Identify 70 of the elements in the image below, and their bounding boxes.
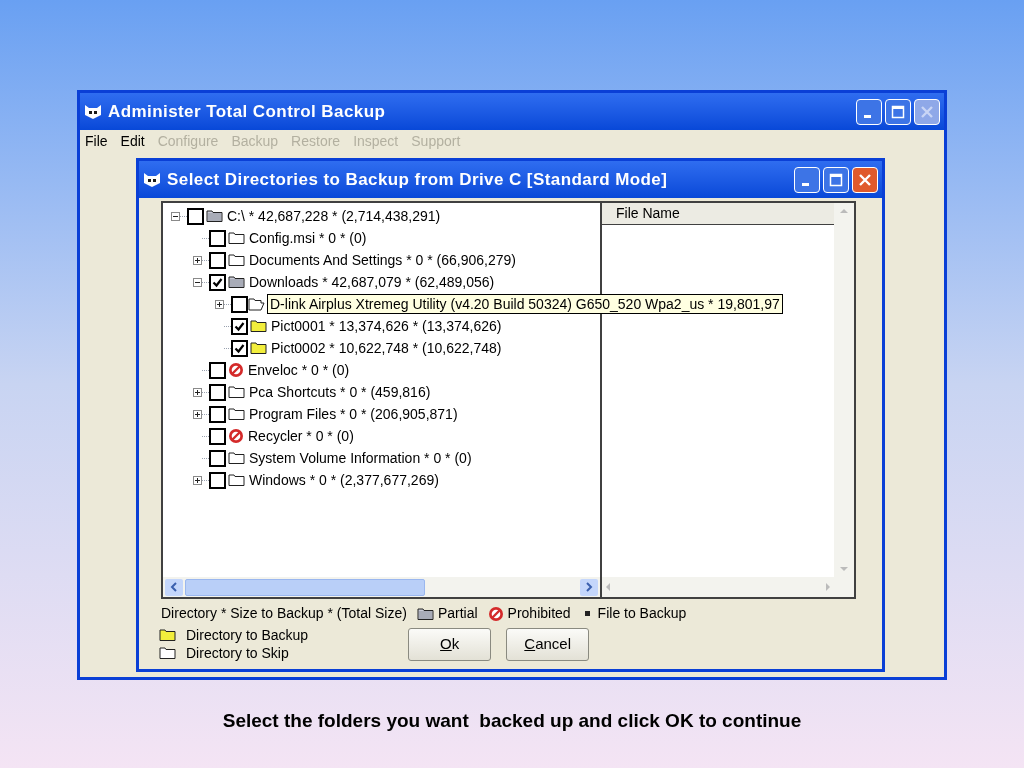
scroll-left-icon bbox=[170, 582, 178, 592]
scrollbar-thumb[interactable] bbox=[185, 578, 425, 596]
dialog-title: Select Directories to Backup from Drive C [Standard Mode] bbox=[167, 168, 668, 191]
app-icon bbox=[143, 171, 161, 188]
expand-icon[interactable] bbox=[193, 387, 202, 397]
tree-item-label[interactable]: D-link Airplus Xtremeg Utility (v4.20 Build 50324) G650_520 Wpa2_us * 19,801,97 bbox=[267, 294, 783, 314]
minimize-button[interactable] bbox=[794, 166, 820, 193]
slide-caption: Select the folders you want backed up and click OK to continue bbox=[222, 709, 802, 733]
checkbox[interactable] bbox=[209, 273, 226, 291]
scroll-up-icon bbox=[839, 207, 849, 215]
close-icon bbox=[858, 172, 872, 187]
checkbox[interactable] bbox=[187, 207, 204, 225]
cancel-button[interactable]: Cancel bbox=[506, 628, 590, 661]
scroll-left-icon bbox=[604, 582, 612, 592]
legend-label: Directory to Skip bbox=[186, 643, 289, 663]
maximize-icon bbox=[891, 104, 905, 119]
horizontal-scrollbar[interactable] bbox=[602, 577, 834, 597]
tree-item-label[interactable]: Pict0002 * 10,622,748 * (10,622,748) bbox=[271, 339, 502, 357]
tree-item-label[interactable]: Pict0001 * 13,374,626 * (13,374,626) bbox=[271, 317, 502, 335]
legend-label: Partial bbox=[437, 604, 478, 623]
tree-item-label[interactable]: Program Files * 0 * (206,905,871) bbox=[249, 405, 458, 423]
close-icon bbox=[920, 104, 934, 119]
checkbox[interactable] bbox=[209, 361, 226, 379]
checkbox[interactable] bbox=[209, 427, 226, 445]
tree-item-label[interactable]: Documents And Settings * 0 * (66,906,279) bbox=[249, 251, 516, 269]
checkbox[interactable] bbox=[209, 251, 226, 269]
legend-label: Directory to Backup bbox=[186, 625, 309, 645]
expand-icon[interactable] bbox=[193, 255, 202, 265]
expand-icon[interactable] bbox=[215, 299, 224, 309]
checkbox[interactable] bbox=[209, 383, 226, 401]
tree-item-label[interactable]: System Volume Information * 0 * (0) bbox=[249, 449, 472, 467]
expand-icon[interactable] bbox=[193, 475, 202, 485]
maximize-button[interactable] bbox=[823, 166, 849, 193]
legend-label: File to Backup bbox=[597, 604, 687, 623]
column-header[interactable]: File Name bbox=[602, 203, 834, 224]
collapse-icon[interactable] bbox=[171, 211, 180, 221]
ok-button[interactable]: Ok bbox=[408, 628, 492, 661]
tree-item-label[interactable]: C:\ * 42,687,228 * (2,714,438,291) bbox=[227, 207, 441, 225]
legend-label: Prohibited bbox=[507, 604, 571, 623]
tree-item-label[interactable]: Downloads * 42,687,079 * (62,489,056) bbox=[249, 273, 495, 291]
checkbox[interactable] bbox=[231, 317, 248, 335]
collapse-icon[interactable] bbox=[193, 277, 202, 287]
checkbox[interactable] bbox=[209, 229, 226, 247]
checkbox[interactable] bbox=[209, 471, 226, 489]
menu-item[interactable]: Edit bbox=[120, 130, 145, 152]
checkbox[interactable] bbox=[209, 449, 226, 467]
minimize-button[interactable] bbox=[856, 98, 882, 125]
app-icon bbox=[84, 103, 102, 120]
horizontal-scrollbar[interactable] bbox=[163, 577, 600, 597]
close-button[interactable] bbox=[852, 166, 878, 193]
tree-item-label[interactable]: Recycler * 0 * (0) bbox=[248, 427, 354, 445]
checkbox[interactable] bbox=[231, 295, 248, 313]
scroll-right-icon bbox=[824, 582, 832, 592]
scroll-down-icon bbox=[839, 565, 849, 573]
tree-item-label[interactable]: Pca Shortcuts * 0 * (459,816) bbox=[249, 383, 431, 401]
menu-item[interactable]: File bbox=[85, 130, 108, 152]
checkbox[interactable] bbox=[209, 405, 226, 423]
tree-item-label[interactable]: Config.msi * 0 * (0) bbox=[249, 229, 367, 247]
window-title: Administer Total Control Backup bbox=[108, 100, 386, 123]
vertical-scrollbar[interactable] bbox=[834, 203, 854, 597]
maximize-icon bbox=[829, 172, 843, 187]
tree-item-label[interactable]: Windows * 0 * (2,377,677,269) bbox=[249, 471, 439, 489]
expand-icon[interactable] bbox=[193, 409, 202, 419]
scroll-right-icon bbox=[585, 582, 593, 592]
tree-item-label[interactable]: Enveloc * 0 * (0) bbox=[248, 361, 350, 379]
minimize-icon bbox=[801, 183, 809, 186]
minimize-icon bbox=[863, 115, 871, 118]
checkbox[interactable] bbox=[231, 339, 248, 357]
legend-text: Directory * Size to Backup * (Total Size) bbox=[161, 604, 407, 623]
maximize-button[interactable] bbox=[885, 98, 911, 125]
